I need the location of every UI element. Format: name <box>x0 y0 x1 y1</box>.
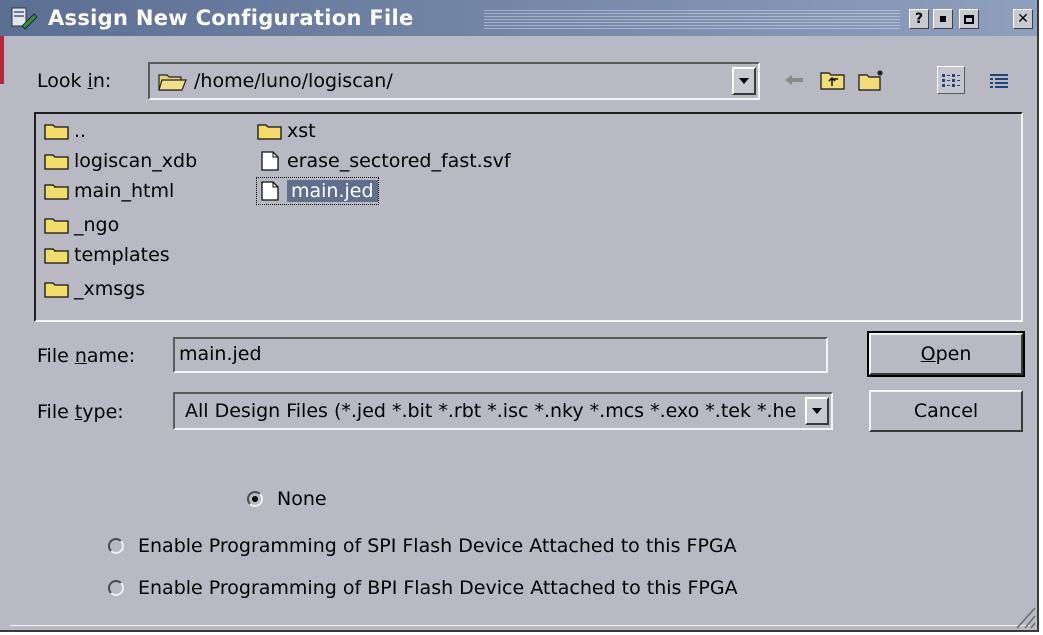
filetype-dropdown-button[interactable] <box>805 397 829 425</box>
maximize-icon <box>964 14 974 24</box>
list-item[interactable]: xst <box>257 118 316 144</box>
filename-label: File name: <box>37 344 135 368</box>
file-name: _ngo <box>74 214 120 236</box>
window-title: Assign New Configuration File <box>48 6 414 30</box>
filetype-label-suffix: ype: <box>82 401 124 423</box>
radio-indicator <box>108 538 124 554</box>
filename-label-suffix: ame: <box>86 345 136 367</box>
cancel-label: Cancel <box>913 400 979 422</box>
file-name: templates <box>74 244 170 266</box>
file-list[interactable]: .. logiscan_xdb main_html _ngo templates… <box>34 112 1023 322</box>
list-view-button[interactable] <box>937 66 965 94</box>
window-edge-accent <box>0 36 4 84</box>
open-folder-icon <box>158 74 187 91</box>
folder-icon <box>44 218 69 234</box>
file-name: main.jed <box>287 180 378 202</box>
file-name: .. <box>74 120 87 142</box>
new-folder-icon <box>858 70 883 91</box>
radio-none-label: None <box>277 488 327 510</box>
lookin-dropdown-button[interactable] <box>732 67 756 95</box>
assign-config-dialog: Assign New Configuration File ? ✕ Look i… <box>0 0 1039 632</box>
list-item[interactable]: _ngo <box>44 212 119 238</box>
lookin-label-suffix: n: <box>92 70 112 92</box>
radio-indicator <box>108 580 124 596</box>
filename-label-prefix: File <box>37 345 75 367</box>
title-bar-pattern <box>484 9 900 29</box>
help-icon: ? <box>914 11 924 27</box>
detail-view-button[interactable] <box>985 66 1013 94</box>
open-button[interactable]: Open <box>867 331 1025 377</box>
lookin-label: Look in: <box>37 69 111 93</box>
radio-indicator <box>247 491 263 507</box>
list-view-icon <box>942 74 960 87</box>
folder-icon <box>44 154 69 170</box>
maximize-button[interactable] <box>959 9 979 29</box>
app-icon <box>11 7 38 30</box>
list-item[interactable]: logiscan_xdb <box>44 148 197 174</box>
close-icon: ✕ <box>1017 11 1029 27</box>
radio-spi-label: Enable Programming of SPI Flash Device A… <box>138 535 737 557</box>
cancel-button[interactable]: Cancel <box>869 390 1023 432</box>
folder-icon <box>257 124 282 140</box>
help-button[interactable]: ? <box>909 9 929 29</box>
radio-spi[interactable]: Enable Programming of SPI Flash Device A… <box>108 535 737 557</box>
minimize-button[interactable] <box>933 9 953 29</box>
resize-grip-icon[interactable] <box>1007 590 1037 630</box>
back-button[interactable] <box>780 66 808 94</box>
file-name: erase_sectored_fast.svf <box>287 150 511 172</box>
file-name: _xmsgs <box>74 278 146 300</box>
open-label: pen <box>935 343 972 365</box>
folder-icon <box>44 248 69 264</box>
folder-icon <box>44 184 69 200</box>
radio-none[interactable]: None <box>247 488 327 510</box>
list-item[interactable]: main_html <box>44 178 174 204</box>
bottom-edge <box>10 625 1030 630</box>
lookin-label-prefix: Look <box>37 70 88 92</box>
list-item[interactable]: .. <box>44 118 86 144</box>
folder-icon <box>44 282 69 298</box>
list-item[interactable]: templates <box>44 242 170 268</box>
filetype-value: All Design Files (*.jed *.bit *.rbt *.is… <box>185 400 797 422</box>
list-item[interactable]: _xmsgs <box>44 276 145 302</box>
filename-label-accel: n <box>74 345 87 367</box>
chevron-down-icon <box>739 78 749 84</box>
filetype-label-prefix: File <box>37 401 75 423</box>
new-folder-button[interactable] <box>858 66 886 94</box>
parent-folder-button[interactable] <box>819 66 847 94</box>
filetype-label: File type: <box>37 400 124 424</box>
detail-view-icon <box>990 74 1008 88</box>
filetype-combo[interactable]: All Design Files (*.jed *.bit *.rbt *.is… <box>173 392 833 430</box>
chevron-down-icon <box>812 408 822 414</box>
minimize-icon <box>940 16 946 22</box>
list-item[interactable]: erase_sectored_fast.svf <box>257 148 511 174</box>
close-button[interactable]: ✕ <box>1013 9 1033 29</box>
file-icon <box>261 181 279 201</box>
lookin-path: /home/luno/logiscan/ <box>194 70 393 92</box>
filename-field[interactable]: main.jed <box>173 337 828 373</box>
open-accel: O <box>920 343 936 365</box>
folder-icon <box>44 124 69 140</box>
file-name: logiscan_xdb <box>74 150 198 172</box>
file-name: xst <box>287 120 316 142</box>
file-name: main_html <box>74 180 175 202</box>
folder-up-icon <box>820 72 845 90</box>
radio-bpi[interactable]: Enable Programming of BPI Flash Device A… <box>108 577 738 599</box>
file-icon <box>261 151 279 171</box>
radio-bpi-label: Enable Programming of BPI Flash Device A… <box>138 577 738 599</box>
arrow-left-icon <box>785 75 803 85</box>
list-item-selected[interactable]: main.jed <box>256 177 379 205</box>
title-bar[interactable]: Assign New Configuration File ? ✕ <box>0 0 1037 36</box>
lookin-combo[interactable]: /home/luno/logiscan/ <box>148 62 760 100</box>
